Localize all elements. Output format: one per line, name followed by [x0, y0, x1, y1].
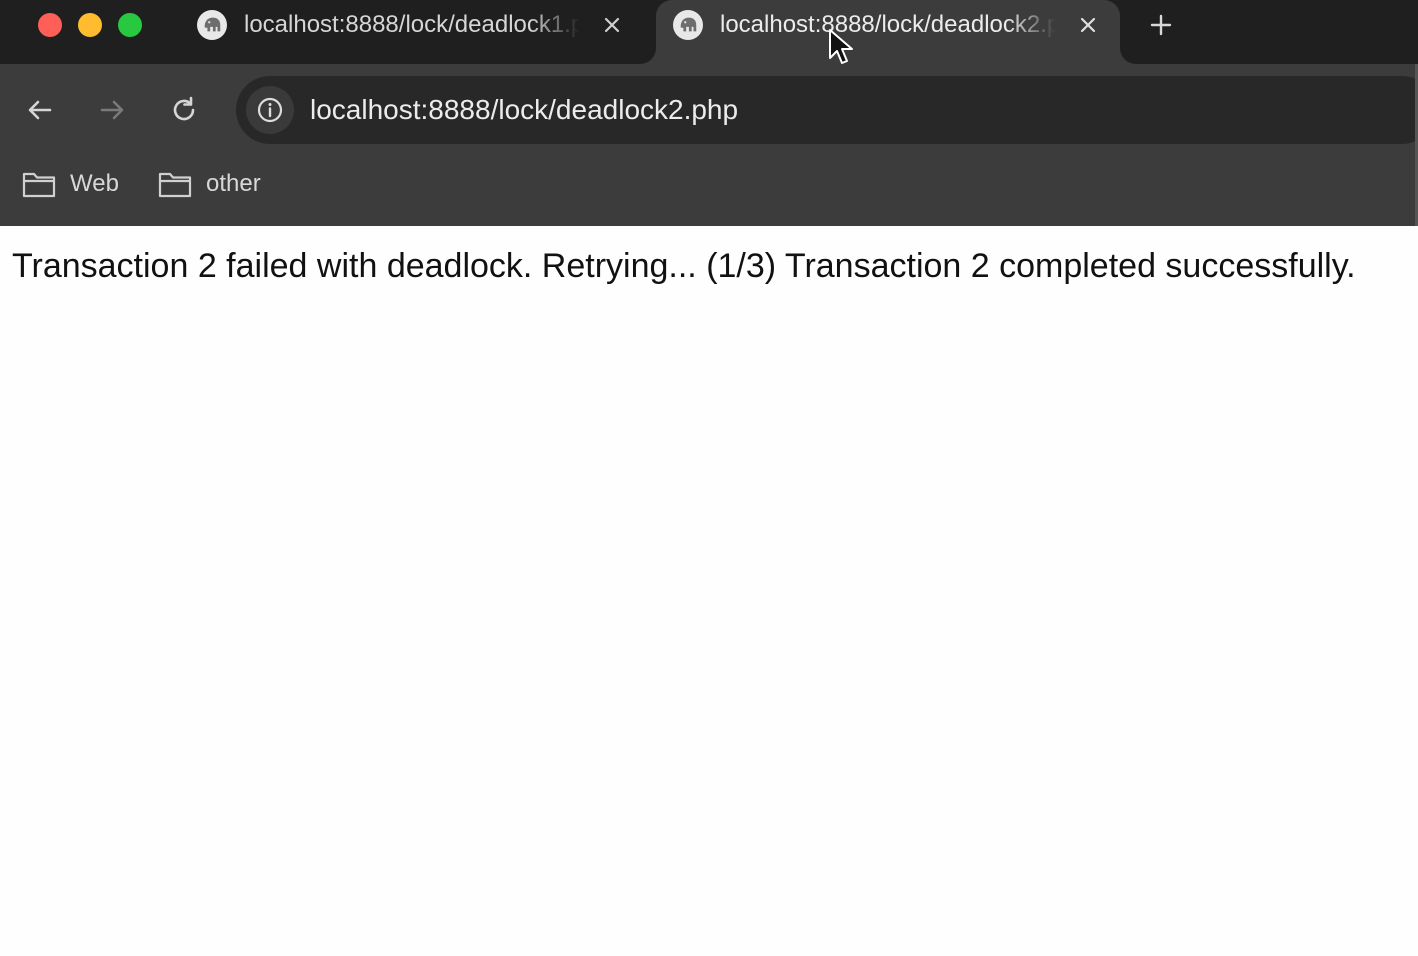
- forward-button[interactable]: [94, 92, 130, 128]
- arrow-left-icon: [28, 100, 52, 120]
- reload-button[interactable]: [166, 92, 202, 128]
- page-output-text: Transaction 2 failed with deadlock. Retr…: [12, 247, 1356, 285]
- elephant-icon: [673, 10, 703, 40]
- url-text[interactable]: localhost:8888/lock/deadlock2.php: [310, 94, 738, 126]
- close-icon[interactable]: [599, 12, 625, 38]
- tab-strip: localhost:8888/lock/deadlock1.php localh…: [0, 0, 1418, 64]
- folder-icon: [22, 172, 56, 198]
- bookmark-folder-other[interactable]: other: [158, 168, 261, 200]
- bookmark-label: other: [206, 170, 261, 197]
- window-maximize-button[interactable]: [118, 13, 142, 37]
- back-button[interactable]: [22, 92, 58, 128]
- folder-icon: [158, 172, 192, 198]
- bookmark-label: Web: [70, 170, 119, 197]
- plus-icon: [1150, 14, 1172, 36]
- reload-icon: [173, 96, 195, 121]
- browser-toolbar: localhost:8888/lock/deadlock2.php Web ot…: [0, 64, 1418, 226]
- window-close-button[interactable]: [38, 13, 62, 37]
- elephant-icon: [197, 10, 227, 40]
- mouse-cursor-icon: [829, 29, 853, 64]
- tab-deadlock2[interactable]: localhost:8888/lock/deadlock2.php: [656, 0, 1120, 64]
- page-content: Transaction 2 failed with deadlock. Retr…: [0, 226, 1418, 956]
- address-bar[interactable]: localhost:8888/lock/deadlock2.php: [236, 76, 1418, 144]
- close-icon[interactable]: [1075, 12, 1101, 38]
- tab-deadlock1[interactable]: localhost:8888/lock/deadlock1.php: [180, 0, 650, 64]
- bookmark-folder-web[interactable]: Web: [22, 168, 119, 200]
- tab-title: localhost:8888/lock/deadlock1.php: [244, 11, 580, 38]
- tab-title: localhost:8888/lock/deadlock2.php: [720, 11, 1056, 38]
- new-tab-button[interactable]: [1146, 10, 1176, 40]
- window-minimize-button[interactable]: [78, 13, 102, 37]
- info-icon[interactable]: [246, 86, 294, 134]
- arrow-right-icon: [100, 100, 124, 120]
